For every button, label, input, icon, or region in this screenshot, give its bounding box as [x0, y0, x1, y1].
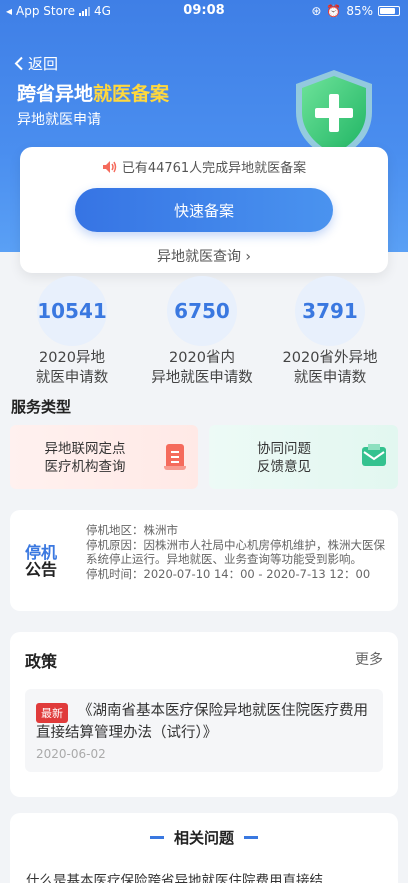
back-label: 返回 [28, 55, 59, 73]
label-bottom: 公告 [25, 560, 58, 579]
feedback-service[interactable]: 协同问题 反馈意见 [209, 425, 398, 489]
policy-more-link[interactable]: 更多 [355, 649, 383, 669]
policy-item-title: 《湖南省基本医疗保险异地就医住院医疗费用直接结算管理办法（试行）》 [36, 703, 368, 741]
stat-label: 2020省内 异地就医申请数 [151, 350, 253, 386]
announcement-area: 停机地区：株洲市 [86, 523, 178, 537]
speaker-icon [102, 160, 117, 173]
faq-question[interactable]: 什么是基本医疗保险跨省异地就医住院费用直接结 [26, 869, 323, 883]
chevron-right-icon: › [245, 249, 252, 265]
announcement-body: 停机地区：株洲市 停机原因：因株洲市人社局中心机房停机维护，株洲大医保系统停止运… [86, 523, 386, 581]
stat-total: 10541 2020异地 就医申请数 [4, 276, 140, 388]
hospital-document-icon [164, 444, 186, 470]
stat-value: 6750 [167, 276, 237, 346]
status-bar: ◂ App Store 4G 09:08 ⊛ ⏰ 85% [0, 0, 408, 22]
back-button[interactable]: 返回 [14, 53, 58, 74]
announcement-time: 停机时间：2020-07-10 14：00 - 2020-7-13 12：00 [86, 566, 371, 581]
title-highlight: 就医备案 [93, 83, 170, 105]
filing-card: 已有44761人完成异地就医备案 快速备案 异地就医查询 › [20, 147, 388, 273]
battery-icon [378, 6, 400, 16]
status-right: ⊛ ⏰ 85% [311, 4, 400, 18]
query-link-label: 异地就医查询 [156, 249, 241, 265]
policy-item-date: 2020-06-02 [36, 747, 106, 761]
stat-value: 10541 [37, 276, 107, 346]
stat-out-province: 3791 2020省外异地 就医申请数 [262, 276, 398, 388]
notice-text: 已有44761人完成异地就医备案 [121, 161, 307, 176]
faq-title-text: 相关问题 [173, 829, 234, 847]
page-title: 跨省异地就医备案 [17, 79, 169, 106]
mail-icon [362, 444, 386, 466]
stat-label: 2020省外异地 就医申请数 [282, 350, 378, 386]
latest-badge: 最新 [36, 703, 68, 723]
orientation-lock-icon: ⊛ [311, 4, 322, 18]
hospital-query-service[interactable]: 异地联网定点 医疗机构查询 [10, 425, 198, 489]
service-label: 异地联网定点 医疗机构查询 [44, 441, 126, 475]
title-dash-right [244, 836, 258, 839]
filing-notice: 已有44761人完成异地就医备案 [20, 157, 388, 176]
policy-section: 政策 更多 《湖南省基本医疗保险异地就医住院医疗费用直接结算管理办法（试行）》 … [10, 632, 398, 797]
title-dash-left [149, 836, 164, 839]
title-prefix: 跨省异地 [17, 83, 94, 105]
maintenance-announcement: 停机 公告 停机地区：株洲市 停机原因：因株洲市人社局中心机房停机维护，株洲大医… [10, 510, 398, 611]
announcement-label: 停机 公告 [25, 544, 57, 578]
alarm-icon: ⏰ [326, 4, 342, 18]
policy-item[interactable]: 《湖南省基本医疗保险异地就医住院医疗费用直接结算管理办法（试行）》 最新 202… [25, 689, 383, 772]
label-top: 停机 [25, 543, 58, 562]
policy-title: 政策 [25, 652, 58, 671]
medical-query-link[interactable]: 异地就医查询 › [20, 246, 388, 266]
faq-section: 相关问题 什么是基本医疗保险跨省异地就医住院费用直接结 [10, 813, 398, 883]
quick-filing-button[interactable]: 快速备案 [75, 188, 333, 232]
stat-label: 2020异地 就医申请数 [35, 350, 109, 386]
page-subtitle: 异地就医申请 [17, 112, 101, 128]
services-title: 服务类型 [11, 398, 72, 416]
announcement-reason: 停机原因：因株洲市人社局中心机房停机维护，株洲大医保系统停止运行。异地就医、业务… [86, 537, 385, 567]
chevron-left-icon [14, 56, 23, 71]
service-label: 协同问题 反馈意见 [257, 441, 311, 475]
faq-title: 相关问题 [10, 827, 398, 848]
stat-value: 3791 [295, 276, 365, 346]
stat-in-province: 6750 2020省内 异地就医申请数 [134, 276, 270, 388]
battery-percent: 85% [346, 4, 373, 18]
